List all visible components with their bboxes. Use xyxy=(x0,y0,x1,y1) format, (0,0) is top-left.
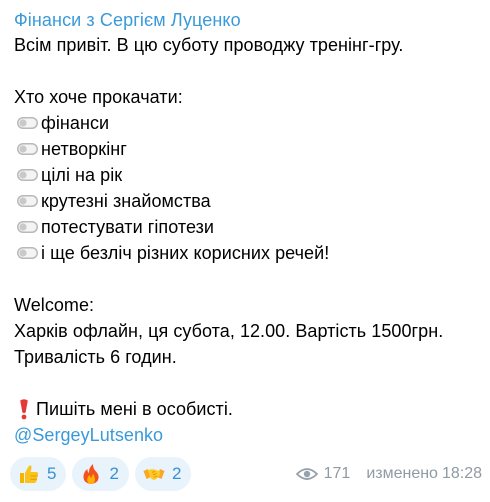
message-body: Всім привіт. В цю суботу проводжу тренін… xyxy=(14,32,476,448)
list-item: фінанси xyxy=(14,110,476,136)
fire-icon xyxy=(83,464,100,484)
toggle-icon xyxy=(17,221,38,233)
list-item-label: фінанси xyxy=(41,113,110,133)
list-item-label: цілі на рік xyxy=(41,165,123,185)
reaction-count: 2 xyxy=(171,464,182,483)
list-item: потестувати гіпотези xyxy=(14,214,476,240)
list-item: і ще безліч різних корисних речей! xyxy=(14,240,476,266)
list-item-label: і ще безліч різних корисних речей! xyxy=(41,243,330,263)
view-count: 171 xyxy=(323,465,351,482)
toggle-icon xyxy=(17,247,38,259)
channel-message: Фінанси з Сергієм Луценко Всім привіт. В… xyxy=(0,0,490,502)
toggle-icon xyxy=(17,143,38,155)
reaction-count: 2 xyxy=(109,464,119,483)
list-item: цілі на рік xyxy=(14,162,476,188)
reaction-thumbs-up[interactable]: 5 xyxy=(10,457,67,491)
channel-name[interactable]: Фінанси з Сергієм Луценко xyxy=(14,8,476,32)
list-item: нетворкінг xyxy=(14,136,476,162)
edited-label: изменено xyxy=(366,465,438,482)
list-item-label: потестувати гіпотези xyxy=(41,217,215,237)
list-item-label: нетворкінг xyxy=(41,139,127,159)
greeting-text: Всім привіт. В цю суботу проводжу тренін… xyxy=(14,35,404,55)
call-to-action: Пишіть мені в особисті. xyxy=(14,396,476,422)
call-to-action-text: Пишіть мені в особисті. xyxy=(36,399,233,419)
question-text: Хто хоче прокачати: xyxy=(14,87,183,107)
toggle-icon xyxy=(17,117,38,129)
event-details-line: Харків офлайн, ця субота, 12.00. Вартіст… xyxy=(14,321,444,341)
toggle-icon xyxy=(17,195,38,207)
red-exclamation-icon xyxy=(20,399,28,420)
reaction-count: 5 xyxy=(47,464,57,483)
welcome-title: Welcome: xyxy=(14,295,95,315)
toggle-icon xyxy=(17,169,38,181)
mention-link[interactable]: @SergeyLutsenko xyxy=(14,422,476,448)
message-meta: 171 изменено 18:28 xyxy=(295,465,482,483)
handshake-icon xyxy=(143,469,165,480)
thumbs-up-icon xyxy=(20,465,39,483)
eye-icon xyxy=(295,468,318,480)
event-duration-line: Тривалість 6 годин. xyxy=(14,347,177,367)
reaction-handshake[interactable]: 2 xyxy=(134,457,192,491)
reaction-fire[interactable]: 2 xyxy=(72,457,129,491)
list-item-label: крутезні знайомства xyxy=(41,191,211,211)
message-time: 18:28 xyxy=(441,465,482,482)
list-item: крутезні знайомства xyxy=(14,188,476,214)
message-footer: 5 2 2 171 изменено 18:28 xyxy=(10,457,482,491)
